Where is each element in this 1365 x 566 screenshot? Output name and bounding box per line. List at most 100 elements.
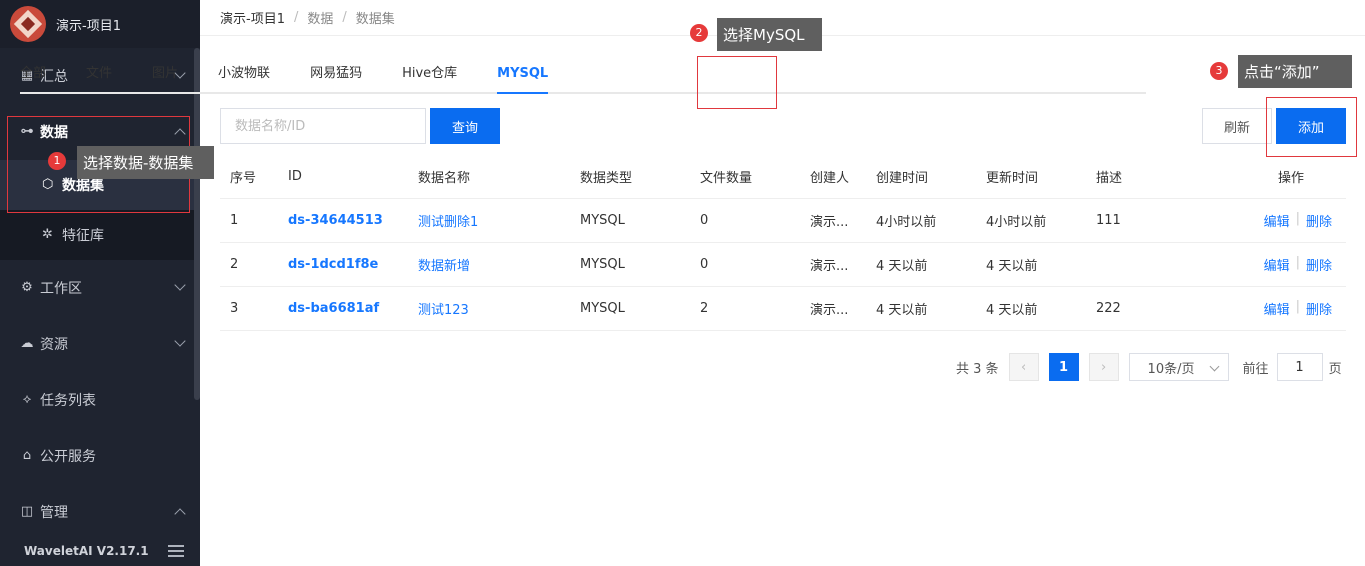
store-icon: ⌂ <box>22 448 32 463</box>
search-input[interactable] <box>220 108 426 144</box>
cell-files: 0 <box>700 257 709 272</box>
dataset-table: 序号 ID 数据名称 数据类型 文件数量 创建人 创建时间 更新时间 描述 操作… <box>220 155 1346 331</box>
cell-created: 4 天以前 <box>876 303 928 318</box>
breadcrumb-dataset: 数据集 <box>355 12 395 27</box>
total-count: 共 3 条 <box>956 361 999 377</box>
refresh-button[interactable]: 刷新 <box>1202 108 1272 144</box>
delete-link[interactable]: 删除 <box>1306 211 1332 230</box>
divider: | <box>1295 211 1300 226</box>
next-page-button[interactable]: › <box>1088 353 1119 381</box>
cell-updated: 4 天以前 <box>986 259 1038 274</box>
chart-box-icon: ◫ <box>20 504 34 519</box>
sidebar-item-feature[interactable]: ✲ 特征库 <box>0 210 200 260</box>
tab-image[interactable]: 图片 <box>152 58 198 92</box>
annotation-badge-2: 2 <box>690 24 708 42</box>
tab-all[interactable]: 全部 <box>20 58 66 92</box>
cell-no: 3 <box>230 301 239 316</box>
tab-wavelet-iot[interactable]: 小波物联 <box>218 58 290 92</box>
tab-hive[interactable]: Hive仓库 <box>402 58 477 92</box>
breadcrumb-separator: / <box>342 10 347 25</box>
cell-name-link[interactable]: 测试删除1 <box>408 211 570 230</box>
column-header: 创建时间 <box>876 171 929 186</box>
sidebar-item-label: 资源 <box>40 337 68 353</box>
goto-page-input[interactable] <box>1276 353 1323 381</box>
sidebar-item-public[interactable]: ⌂ 公开服务 <box>0 428 200 484</box>
cell-files: 2 <box>700 301 709 316</box>
sidebar-item-tasks[interactable]: ⟡ 任务列表 <box>0 372 200 428</box>
tab-mysql[interactable]: MYSQL <box>497 58 568 94</box>
annotation-box-2 <box>697 56 777 109</box>
gear-icon: ⚙ <box>21 280 33 295</box>
sidebar-item-resource[interactable]: ☁ 资源 <box>0 316 200 372</box>
table-header: 序号 ID 数据名称 数据类型 文件数量 创建人 创建时间 更新时间 描述 操作 <box>220 155 1346 199</box>
delete-link[interactable]: 删除 <box>1306 255 1332 274</box>
data-source-tabs: 全部 文件 图片 小波物联 网易猛犸 Hive仓库 MYSQL <box>20 58 1146 94</box>
page-number-current[interactable]: 1 <box>1048 353 1079 381</box>
cell-created: 4 天以前 <box>876 259 928 274</box>
cell-name-link[interactable]: 测试123 <box>408 299 570 318</box>
cell-actions: 编辑 | 删除 <box>1236 211 1346 230</box>
cell-files: 0 <box>700 213 709 228</box>
edit-link[interactable]: 编辑 <box>1264 255 1290 274</box>
cell-id-link[interactable]: ds-34644513 <box>278 213 408 228</box>
breadcrumb-project[interactable]: 演示-项目1 <box>220 8 285 27</box>
cell-creator: 演示... <box>810 303 849 318</box>
logo-icon <box>10 6 46 42</box>
molecule-icon: ✲ <box>42 227 53 242</box>
cell-no: 1 <box>230 213 239 228</box>
cell-updated: 4小时以前 <box>986 215 1047 230</box>
cell-created: 4小时以前 <box>876 215 937 230</box>
column-header: 更新时间 <box>986 171 1039 186</box>
sidebar-item-manage[interactable]: ◫ 管理 <box>0 484 200 540</box>
tab-netease-mammut[interactable]: 网易猛犸 <box>310 58 382 92</box>
goto-label: 前往 <box>1242 361 1269 377</box>
column-header: 创建人 <box>810 171 850 186</box>
annotation-tooltip-2: 选择MySQL <box>717 18 822 51</box>
annotation-badge-3: 3 <box>1210 62 1228 80</box>
pagination: 共 3 条 ‹ 1 › 10条/页 前往 页 <box>956 353 1342 381</box>
brand[interactable]: 演示-项目1 <box>0 0 200 48</box>
page-size-select[interactable]: 10条/页 <box>1128 353 1229 381</box>
edit-link[interactable]: 编辑 <box>1264 299 1290 318</box>
annotation-tooltip-3: 点击“添加” <box>1238 55 1352 88</box>
sidebar-item-workspace[interactable]: ⚙ 工作区 <box>0 260 200 316</box>
collapse-menu-icon[interactable] <box>168 545 184 557</box>
query-button[interactable]: 查询 <box>430 108 500 144</box>
flow-icon: ⟡ <box>22 392 32 407</box>
cell-no: 2 <box>230 257 239 272</box>
breadcrumb-data[interactable]: 数据 <box>307 8 333 27</box>
chevron-down-icon <box>174 335 186 347</box>
sidebar-item-label: 管理 <box>40 505 68 521</box>
prev-page-button[interactable]: ‹ <box>1008 353 1039 381</box>
cell-actions: 编辑 | 删除 <box>1236 255 1346 274</box>
cell-id-link[interactable]: ds-1dcd1f8e <box>278 257 408 272</box>
version-label: WaveletAI V2.17.1 <box>24 544 149 558</box>
cell-actions: 编辑 | 删除 <box>1236 299 1346 318</box>
sidebar-item-label: 特征库 <box>62 228 104 244</box>
cell-creator: 演示... <box>810 259 849 274</box>
delete-link[interactable]: 删除 <box>1306 299 1332 318</box>
cell-creator: 演示... <box>810 215 849 230</box>
annotation-badge-1: 1 <box>48 152 66 170</box>
cell-name-link[interactable]: 数据新增 <box>408 255 570 274</box>
column-header: 文件数量 <box>700 171 753 186</box>
cell-type: MYSQL <box>580 301 625 316</box>
table-row: 1 ds-34644513 测试删除1 MYSQL 0 演示... 4小时以前 … <box>220 199 1346 243</box>
table-row: 2 ds-1dcd1f8e 数据新增 MYSQL 0 演示... 4 天以前 4… <box>220 243 1346 287</box>
table-row: 3 ds-ba6681af 测试123 MYSQL 2 演示... 4 天以前 … <box>220 287 1346 331</box>
cell-desc: 111 <box>1096 213 1121 228</box>
chevron-up-icon <box>174 508 186 520</box>
cell-type: MYSQL <box>580 257 625 272</box>
cell-updated: 4 天以前 <box>986 303 1038 318</box>
cell-id-link[interactable]: ds-ba6681af <box>278 301 408 316</box>
sidebar-item-label: 任务列表 <box>40 393 96 409</box>
breadcrumb-separator: / <box>293 10 299 25</box>
tab-file[interactable]: 文件 <box>86 58 132 92</box>
edit-link[interactable]: 编辑 <box>1264 211 1290 230</box>
column-header: 序号 <box>230 171 257 186</box>
cell-desc: 222 <box>1096 301 1121 316</box>
chevron-down-icon <box>174 279 186 291</box>
cloud-icon: ☁ <box>20 336 34 351</box>
page-unit-label: 页 <box>1328 361 1342 377</box>
sidebar-item-label: 工作区 <box>40 281 82 297</box>
